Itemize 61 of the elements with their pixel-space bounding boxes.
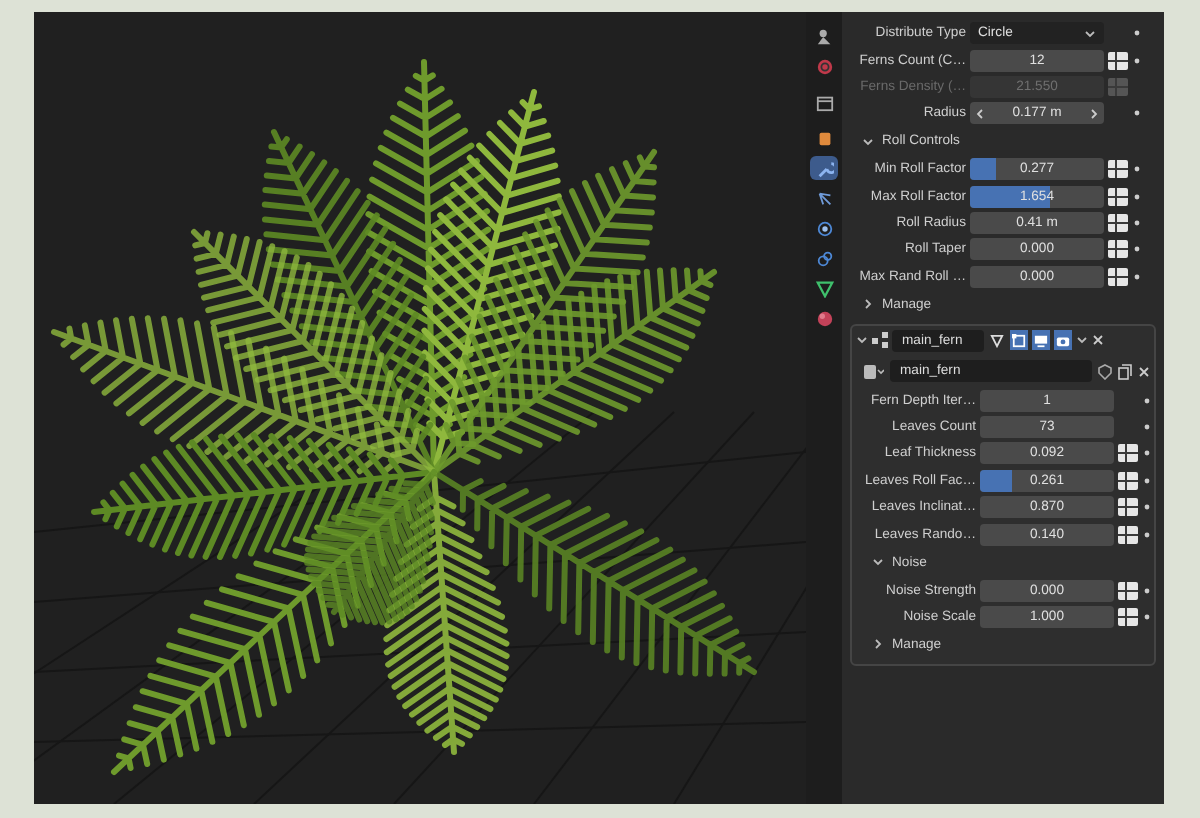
arrow-left-icon[interactable]	[976, 107, 984, 120]
decorator-icon[interactable]	[1118, 444, 1138, 463]
dot-icon[interactable]	[1144, 531, 1150, 538]
dot-icon[interactable]	[1144, 450, 1150, 457]
toggle-button[interactable]	[988, 330, 1006, 351]
shield-icon[interactable]	[1098, 363, 1112, 380]
triangle-icon	[815, 279, 833, 297]
decorator-icon[interactable]	[1108, 160, 1128, 179]
toggle-button[interactable]	[1054, 330, 1072, 351]
decorator-icon[interactable]	[1108, 51, 1128, 70]
dot-icon[interactable]	[1134, 110, 1140, 117]
dot-icon[interactable]	[1144, 424, 1150, 431]
decorator-icon[interactable]	[1118, 471, 1138, 490]
dot-icon[interactable]	[1144, 587, 1150, 594]
decorator-icon[interactable]	[1118, 581, 1138, 600]
box-icon	[815, 93, 833, 111]
orbit-icon	[815, 219, 833, 237]
dot-icon[interactable]	[1144, 397, 1150, 404]
edit-mode-icon	[1012, 333, 1026, 348]
dot-icon[interactable]	[1144, 613, 1150, 620]
triangle-icon	[990, 333, 1004, 348]
decorator-icon[interactable]	[1108, 267, 1128, 286]
arrow-right-icon[interactable]	[1090, 107, 1098, 120]
chevron-icon[interactable]	[862, 135, 874, 148]
decorator-icon[interactable]	[1118, 525, 1138, 544]
nodes-icon	[872, 332, 888, 349]
decorator-icon[interactable]	[1118, 607, 1138, 626]
dot-icon[interactable]	[1134, 57, 1140, 64]
chevron-down-icon	[1084, 29, 1096, 38]
chevron-icon[interactable]	[862, 298, 874, 311]
dot-icon[interactable]	[1134, 193, 1140, 200]
chevron-icon[interactable]	[872, 638, 884, 651]
mesh-icon[interactable]	[864, 363, 884, 380]
dot-icon[interactable]	[1144, 477, 1150, 484]
camera-icon	[1056, 333, 1070, 348]
dot-icon[interactable]	[1134, 273, 1140, 280]
monitor-icon	[1034, 333, 1048, 348]
properties-tab[interactable]	[810, 156, 838, 180]
decorator-icon[interactable]	[1118, 498, 1138, 517]
dot-icon[interactable]	[1134, 246, 1140, 253]
properties-tab[interactable]	[810, 276, 838, 300]
square-icon	[815, 129, 833, 147]
sphere-icon	[815, 309, 833, 327]
chevron-icon[interactable]	[872, 556, 884, 569]
link-icon	[815, 249, 833, 267]
dot-icon[interactable]	[1134, 30, 1140, 37]
dot-icon[interactable]	[1144, 504, 1150, 511]
decorator-icon[interactable]	[1108, 240, 1128, 259]
toggle-button[interactable]	[1010, 330, 1028, 351]
toggle-button[interactable]	[1032, 330, 1050, 351]
close-icon[interactable]	[1138, 365, 1150, 378]
close-icon[interactable]	[1092, 334, 1104, 347]
scene-icon	[815, 27, 833, 45]
dot-icon[interactable]	[1134, 166, 1140, 173]
decorator-icon[interactable]	[1108, 187, 1128, 206]
globe-icon	[815, 57, 833, 75]
chevron-icon[interactable]	[856, 334, 868, 347]
decorator-icon[interactable]	[1108, 214, 1128, 233]
chevron-down-icon[interactable]	[1076, 336, 1088, 345]
dot-icon[interactable]	[1134, 220, 1140, 227]
copy-icon[interactable]	[1118, 363, 1132, 380]
